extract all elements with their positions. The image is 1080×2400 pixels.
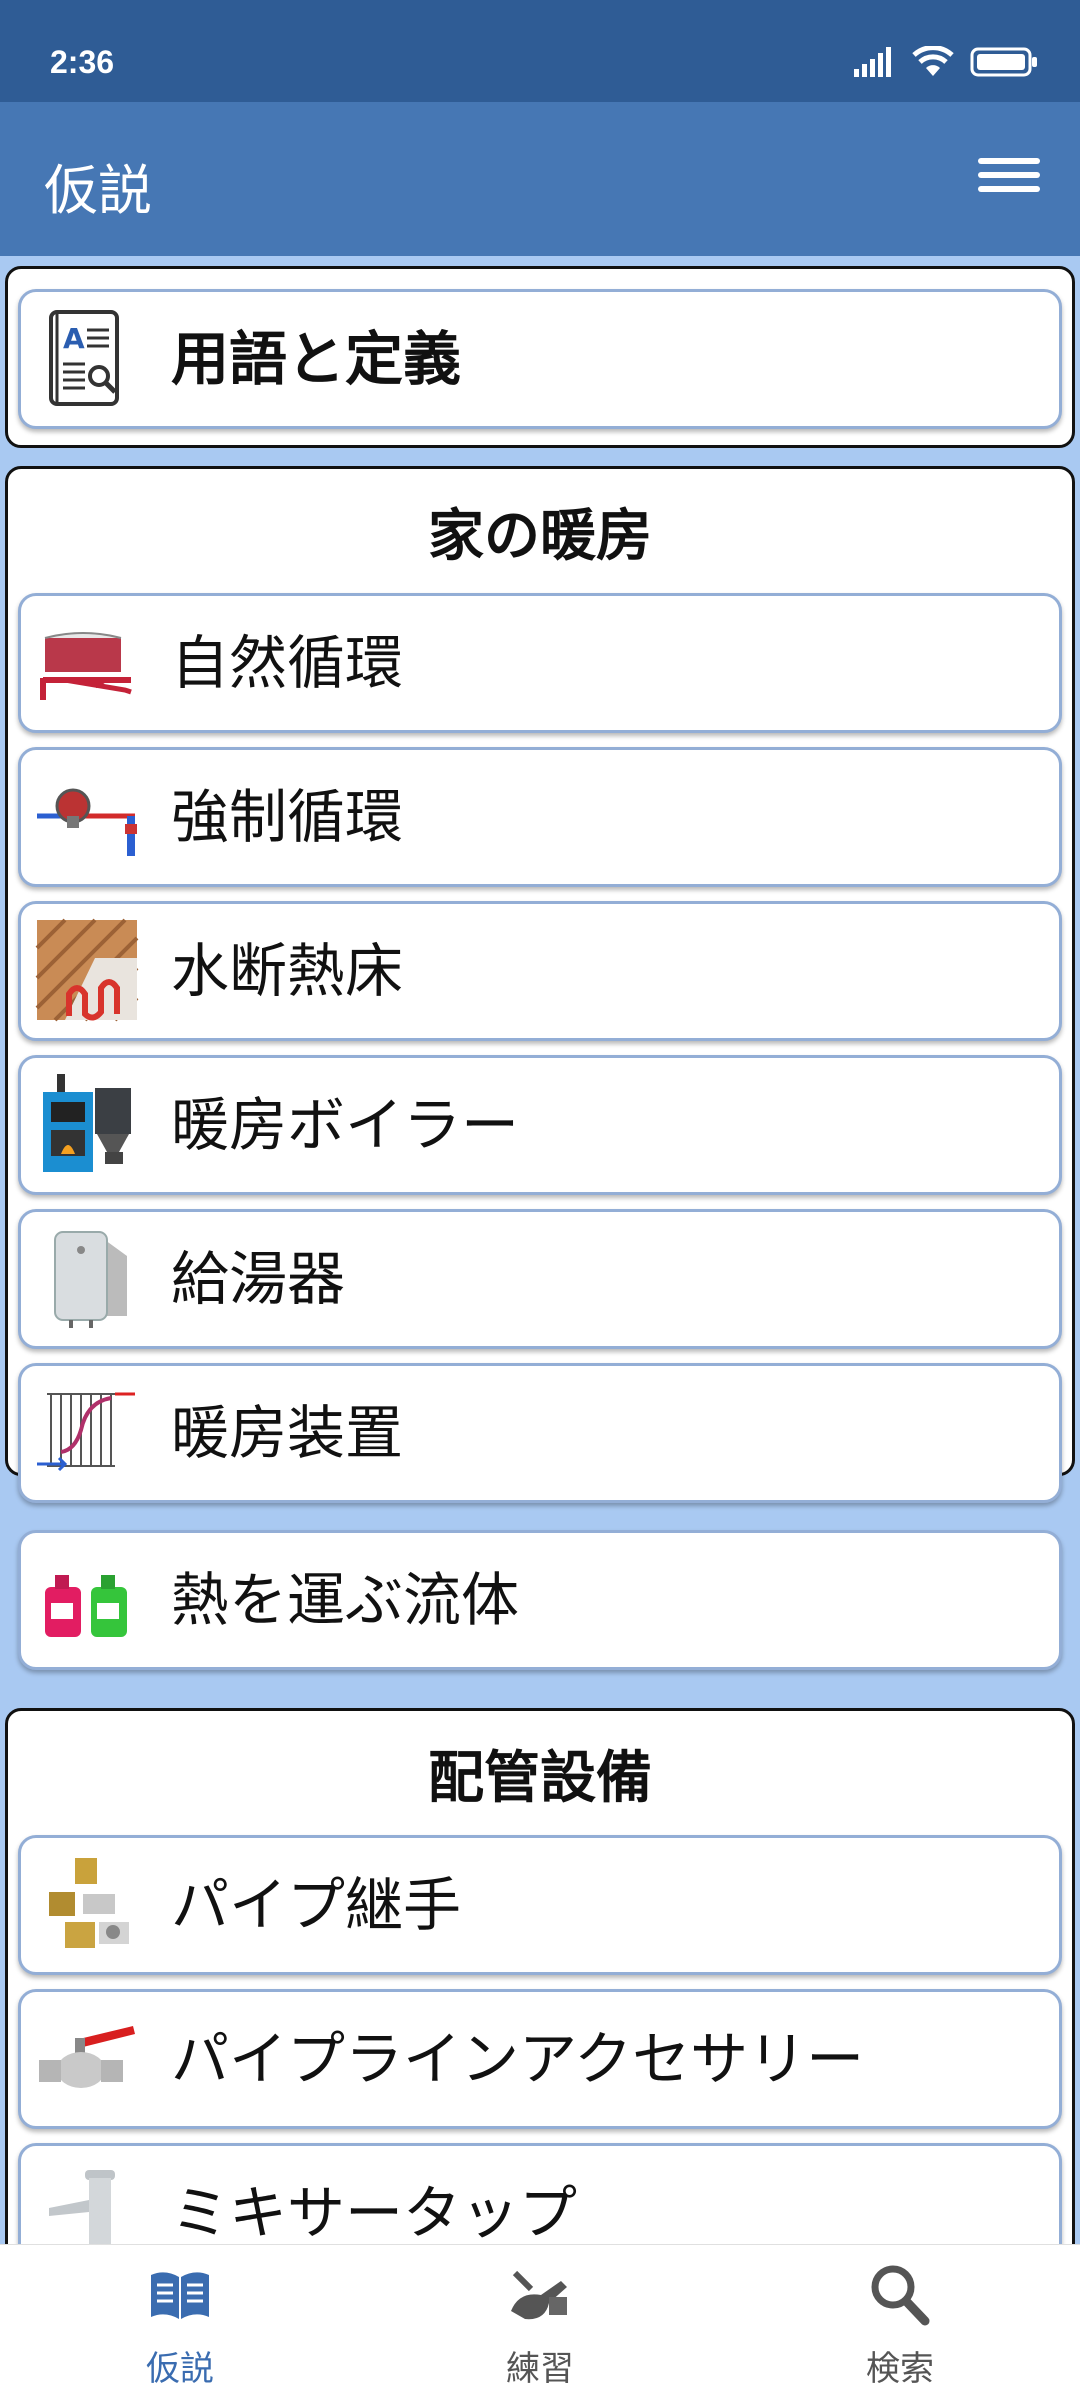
menu-button[interactable] [972, 150, 1046, 208]
list-item-pipeline-accessories[interactable]: パイプラインアクセサリー [18, 1989, 1062, 2129]
nav-practice[interactable]: 練習 [360, 2245, 720, 2400]
item-label: パイプ継手 [171, 1871, 462, 1939]
coolant-bottles-icon [45, 1575, 127, 1637]
list-item-heat-transfer-fluid[interactable]: 熱を運ぶ流体 [18, 1530, 1062, 1670]
item-label: 暖房ボイラー [171, 1091, 520, 1159]
item-label: パイプラインアクセサリー [171, 2025, 865, 2093]
list-item-heating-devices[interactable]: 暖房装置 [18, 1363, 1062, 1503]
pipe-fittings-icon [49, 1858, 129, 1948]
hamburger-icon [978, 158, 1040, 164]
status-time: 2:36 [50, 44, 115, 80]
topic-list[interactable]: A 用語と定義 家の暖房 自然循環 強制循環 水断熱床 暖房ボイラー 給湯器 暖… [0, 256, 1080, 2244]
plumbing-card: 配管設備 パイプ継手 パイプラインアクセサリー ミキサータップ [5, 1708, 1075, 2244]
list-item-heating-boiler[interactable]: 暖房ボイラー [18, 1055, 1062, 1195]
item-label: 熱を運ぶ流体 [171, 1566, 520, 1634]
natural-circulation-icon [40, 632, 132, 700]
section-title: 配管設備 [428, 1746, 652, 1811]
list-item-water-heater[interactable]: 給湯器 [18, 1209, 1062, 1349]
book-icon [151, 2272, 209, 2319]
list-item-pipe-fittings[interactable]: パイプ継手 [18, 1835, 1062, 1975]
ball-valve-icon [39, 2026, 135, 2088]
nav-label: 練習 [506, 2349, 574, 2389]
list-item-natural-circulation[interactable]: 自然循環 [18, 593, 1062, 733]
list-item-mixer-tap[interactable]: ミキサータップ [18, 2143, 1062, 2244]
nav-label: 仮説 [146, 2349, 214, 2389]
glossary-card: A 用語と定義 [5, 266, 1075, 448]
item-label: ミキサータップ [171, 2179, 578, 2244]
circulation-pump-icon [37, 788, 137, 856]
item-label: 暖房装置 [171, 1399, 404, 1467]
list-item-glossary[interactable]: A 用語と定義 [18, 289, 1062, 429]
radiator-icon [37, 1392, 135, 1472]
page-title: 仮説 [44, 159, 152, 222]
heated-floor-icon [35, 918, 139, 1022]
status-bar: 2:36 [0, 0, 1080, 102]
app-bar: 仮説 [0, 102, 1080, 256]
bottom-nav: 仮説 練習 検索 [0, 2244, 1080, 2400]
search-icon [871, 2265, 930, 2326]
water-heater-icon [54, 1231, 127, 1328]
list-item-heated-floor[interactable]: 水断熱床 [18, 901, 1062, 1041]
nav-label: 検索 [866, 2349, 934, 2389]
item-label: 自然循環 [171, 629, 404, 697]
item-label: 給湯器 [171, 1245, 346, 1313]
item-label: 強制循環 [171, 783, 404, 851]
section-title: 家の暖房 [428, 504, 652, 569]
item-label: 水断熱床 [171, 937, 404, 1005]
mixer-tap-icon [49, 2170, 115, 2244]
list-item-forced-circulation[interactable]: 強制循環 [18, 747, 1062, 887]
boiler-icon [43, 1074, 131, 1172]
signal-icon [854, 47, 891, 77]
wifi-icon [912, 46, 954, 76]
glossary-book-icon: A [49, 310, 119, 406]
nav-search[interactable]: 検索 [720, 2245, 1080, 2400]
tools-icon [511, 2270, 567, 2320]
nav-hypothesis[interactable]: 仮説 [0, 2245, 360, 2400]
status-icons [852, 46, 1038, 78]
home-heating-card: 家の暖房 自然循環 強制循環 水断熱床 暖房ボイラー 給湯器 暖房装置 [5, 466, 1075, 1503]
battery-icon [970, 47, 1037, 77]
svg-text:A: A [63, 322, 85, 355]
item-label: 用語と定義 [171, 325, 462, 393]
